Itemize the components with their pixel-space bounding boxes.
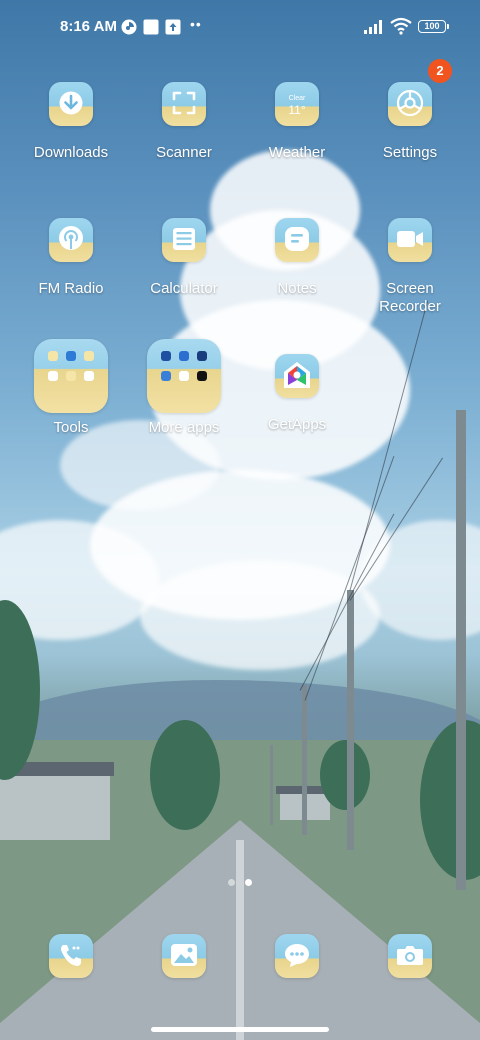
notification-badge: 2 (428, 59, 452, 83)
calculator-icon (162, 218, 206, 262)
folder-more-apps[interactable]: More apps (128, 339, 240, 437)
browser-icon (121, 19, 137, 35)
mini-app-icon (84, 371, 94, 381)
app-label: Calculator (150, 280, 218, 297)
app-label: Screen Recorder (379, 280, 441, 315)
app-fm-radio[interactable]: FM Radio (15, 218, 127, 298)
more-dots-icon: •• (190, 16, 202, 32)
app-downloads[interactable]: Downloads (15, 82, 127, 162)
page-indicator-dot-1[interactable] (228, 879, 235, 886)
more-apps-folder-icon (147, 339, 221, 413)
app-label: More apps (148, 419, 220, 436)
mini-app-icon (48, 371, 58, 381)
gallery-icon[interactable] (162, 934, 206, 978)
notes-icon (275, 218, 319, 262)
mini-app-icon (66, 371, 76, 381)
mini-app-icon (179, 351, 189, 361)
battery-icon: 100 (418, 20, 449, 33)
mini-app-icon (84, 351, 94, 361)
scanner-icon (162, 82, 206, 126)
weather-condition: Clear (288, 95, 306, 102)
phone-icon[interactable] (49, 934, 93, 978)
app-label: GetApps (267, 416, 327, 433)
app-label: Settings (382, 144, 438, 161)
mini-app-icon (179, 371, 189, 381)
signal-icon (364, 20, 386, 34)
app-label: Notes (277, 280, 317, 297)
app-settings[interactable]: Settings 2 (354, 59, 466, 162)
tools-folder-icon (34, 339, 108, 413)
page-indicator-dot-2[interactable] (245, 879, 252, 886)
mini-app-icon (197, 351, 207, 361)
settings-icon (388, 82, 432, 126)
app-label: Weather (268, 144, 326, 161)
camera-icon[interactable] (388, 934, 432, 978)
app-label: Scanner (156, 144, 212, 161)
app-getapps[interactable]: GetApps (241, 354, 353, 434)
app-scanner[interactable]: Scanner (128, 82, 240, 162)
app-weather[interactable]: Clear 11° Weather (241, 82, 353, 162)
status-time: 8:16 AM (60, 18, 117, 35)
app-label: FM Radio (38, 280, 104, 297)
mini-app-icon (197, 371, 207, 381)
app-calculator[interactable]: Calculator (128, 218, 240, 298)
mini-app-icon (161, 351, 171, 361)
app-label: Downloads (33, 144, 109, 161)
app-label: Tools (53, 419, 89, 436)
app-screen-recorder[interactable]: Screen Recorder (354, 218, 466, 316)
messages-icon[interactable] (275, 934, 319, 978)
weather-icon: Clear 11° (275, 82, 319, 126)
folder-tools[interactable]: Tools (15, 339, 127, 437)
app-notes[interactable]: Notes (241, 218, 353, 298)
weather-temperature: 11° (288, 103, 306, 117)
mini-app-icon (66, 351, 76, 361)
square-notification-icon (143, 19, 159, 35)
getapps-icon (275, 354, 319, 398)
mini-app-icon (48, 351, 58, 361)
status-bar: 8:16 AM •• 100 (0, 0, 480, 56)
downloads-icon (49, 82, 93, 126)
home-gesture-bar[interactable] (151, 1027, 329, 1032)
mini-app-icon (161, 371, 171, 381)
fm-radio-icon (49, 218, 93, 262)
upload-icon (165, 19, 181, 35)
screen-recorder-icon (388, 218, 432, 262)
wifi-icon (390, 17, 412, 35)
